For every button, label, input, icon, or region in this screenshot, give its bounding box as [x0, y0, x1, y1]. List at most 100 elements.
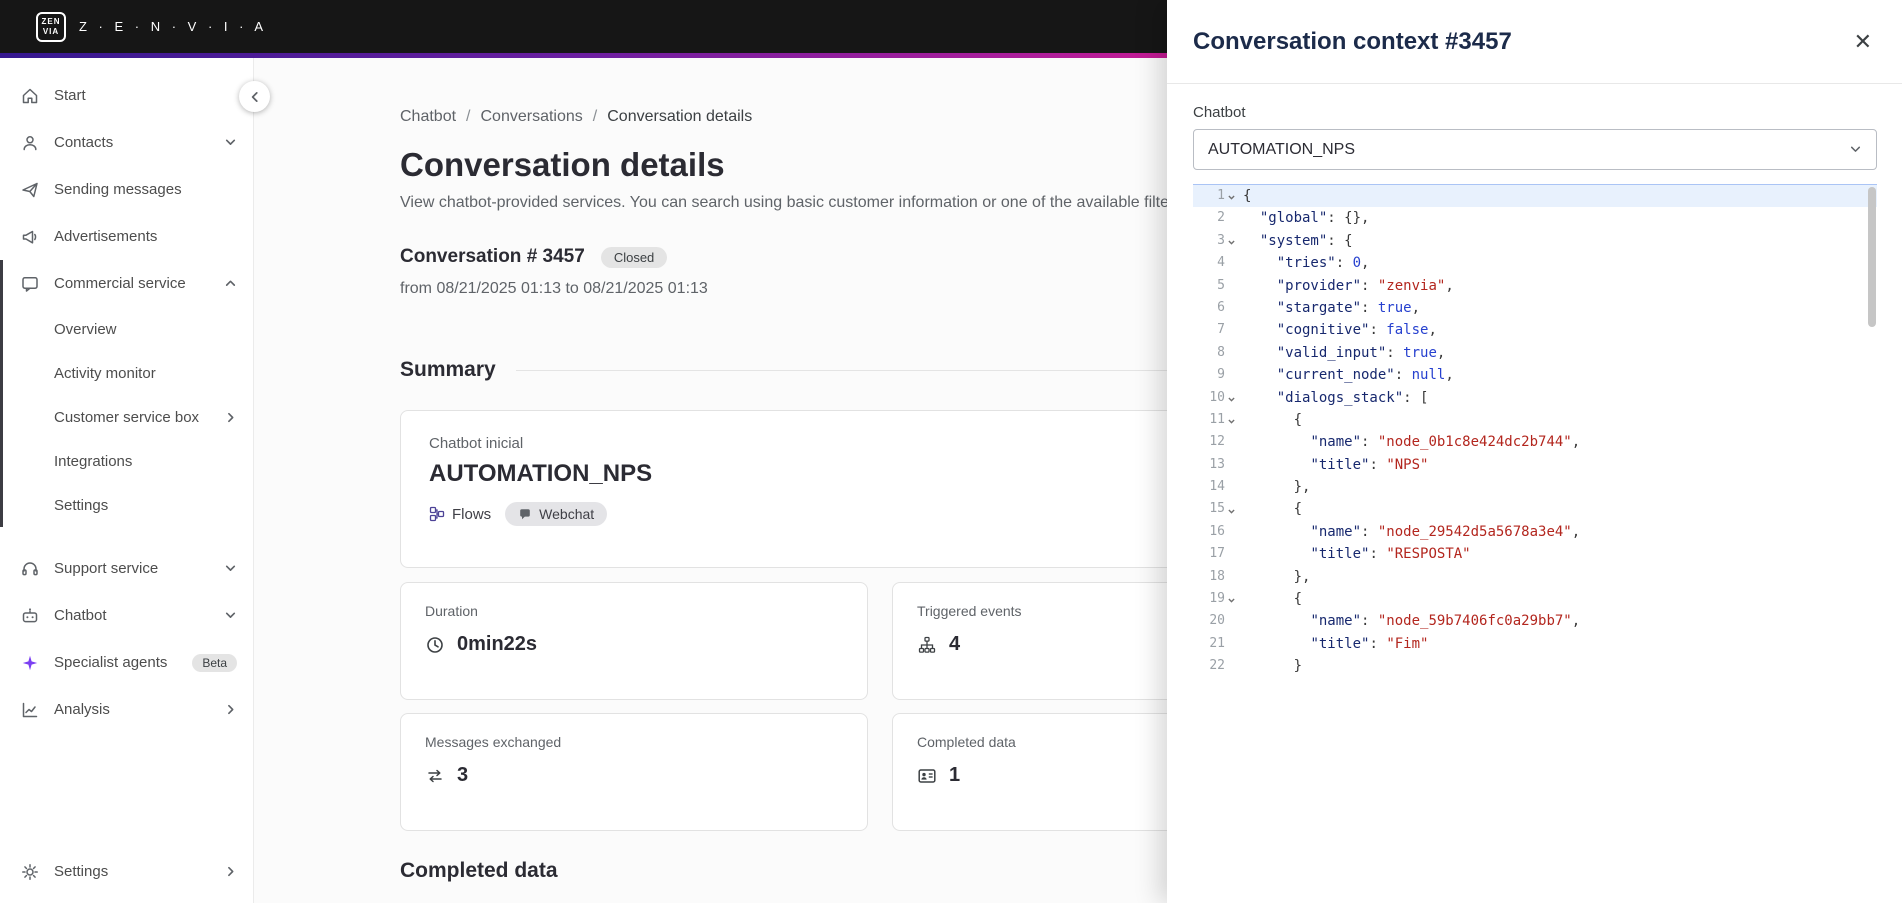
- sidebar-item-label: Contacts: [54, 134, 114, 151]
- stat-value: 0min22s: [425, 633, 843, 656]
- sidebar-item-contacts[interactable]: Contacts: [0, 119, 253, 166]
- stat-number: 0min22s: [457, 633, 538, 655]
- sidebar-subitem-integrations[interactable]: Integrations: [3, 439, 253, 483]
- sidebar-item-chatbot[interactable]: Chatbot: [0, 592, 253, 639]
- line-number-text: 7: [1217, 322, 1225, 338]
- line-number-text: 2: [1217, 210, 1225, 226]
- line-number-text: 12: [1209, 434, 1225, 450]
- line-number-text: 3: [1217, 232, 1225, 248]
- breadcrumb-link-chatbot[interactable]: Chatbot: [400, 108, 456, 125]
- code-text: }: [1293, 658, 1303, 675]
- contact-card-icon: [917, 766, 937, 786]
- code-text: },: [1293, 479, 1311, 496]
- sidebar-subitem-customer-service-box[interactable]: Customer service box: [3, 395, 253, 439]
- home-icon: [20, 86, 40, 106]
- chevron-down-icon: [1849, 143, 1862, 156]
- sidebar-item-analysis[interactable]: Analysis: [0, 686, 253, 733]
- commercial-icon: [20, 274, 40, 294]
- sidebar-item-advertisements[interactable]: Advertisements: [0, 213, 253, 260]
- line-number: 20: [1193, 610, 1237, 632]
- line-number-text: 16: [1209, 523, 1225, 539]
- code-line: 16 "name": "node_29542d5a5678a3e4",: [1193, 521, 1877, 543]
- sidebar-subitem-settings[interactable]: Settings: [3, 483, 253, 527]
- summary-heading: Summary: [400, 358, 496, 381]
- line-number-text: 5: [1217, 277, 1225, 293]
- sidebar-item-specialist-agents[interactable]: Specialist agents Beta: [0, 639, 253, 686]
- code-line: 12 "name": "node_0b1c8e424dc2b744",: [1193, 431, 1877, 453]
- collapse-sidebar-button[interactable]: [239, 81, 270, 112]
- close-icon[interactable]: ✕: [1854, 30, 1872, 53]
- analysis-icon: [20, 700, 40, 720]
- line-number-text: 4: [1217, 255, 1225, 271]
- sidebar-item-commercial-service[interactable]: Commercial service: [3, 260, 253, 307]
- sidebar-subitem-label: Integrations: [54, 452, 133, 470]
- fold-chevron-icon[interactable]: [1225, 395, 1237, 404]
- fold-chevron-icon[interactable]: [1225, 193, 1237, 202]
- fold-chevron-icon[interactable]: [1225, 238, 1237, 247]
- code-line: 21 "title": "Fim": [1193, 633, 1877, 655]
- editor-scrollbar[interactable]: [1868, 187, 1876, 327]
- flow-icon: [429, 506, 445, 522]
- chevron-down-icon: [224, 136, 237, 149]
- chatbot-select[interactable]: AUTOMATION_NPS: [1193, 129, 1877, 170]
- code-text: "system": {: [1259, 232, 1353, 249]
- line-number-text: 20: [1209, 613, 1225, 629]
- code-text: {: [1293, 501, 1303, 518]
- code-line: 14 },: [1193, 476, 1877, 498]
- code-editor[interactable]: 1{2 "global": {}, 3 "system": {4 "tries":…: [1193, 184, 1877, 678]
- chevron-up-icon: [224, 277, 237, 290]
- code-line: 6 "stargate": true,: [1193, 297, 1877, 319]
- fold-chevron-icon[interactable]: [1225, 596, 1237, 605]
- line-number-text: 10: [1209, 389, 1225, 405]
- sidebar-nav: Start Contacts Sending messages Advertiseme…: [0, 72, 253, 733]
- code-line: 13 "title": "NPS": [1193, 454, 1877, 476]
- line-number: 14: [1193, 476, 1237, 498]
- code-line: 10 "dialogs_stack": [: [1193, 387, 1877, 409]
- sidebar-item-label: Analysis: [54, 701, 110, 718]
- clock-icon: [425, 635, 445, 655]
- code-text: "title": "RESPOSTA": [1310, 546, 1471, 563]
- sidebar-subitem-overview[interactable]: Overview: [3, 307, 253, 351]
- code-line: 4 "tries": 0,: [1193, 252, 1877, 274]
- chevron-right-icon: [224, 865, 237, 878]
- line-number-text: 1: [1217, 188, 1225, 203]
- line-number: 10: [1193, 387, 1237, 409]
- code-line: 5 "provider": "zenvia",: [1193, 275, 1877, 297]
- breadcrumb-link-conversations[interactable]: Conversations: [481, 108, 583, 125]
- sidebar-item-label: Settings: [54, 863, 109, 880]
- line-number: 12: [1193, 431, 1237, 453]
- chevron-down-icon: [224, 609, 237, 622]
- stat-number: 1: [949, 764, 961, 786]
- support-icon: [20, 559, 40, 579]
- code-text: {: [1293, 411, 1303, 428]
- line-number-text: 9: [1217, 367, 1225, 383]
- code-text: "provider": "zenvia",: [1276, 277, 1454, 294]
- fold-chevron-icon[interactable]: [1225, 507, 1237, 516]
- sidebar-subitem-label: Overview: [54, 320, 117, 338]
- fold-chevron-icon[interactable]: [1225, 417, 1237, 426]
- line-number-text: 19: [1209, 591, 1225, 607]
- code-text: "title": "NPS": [1310, 456, 1429, 473]
- line-number-text: 8: [1217, 344, 1225, 360]
- line-number: 7: [1193, 319, 1237, 341]
- line-number: 13: [1193, 454, 1237, 476]
- sidebar-item-settings[interactable]: Settings: [0, 848, 253, 895]
- sidebar-subitem-activity-monitor[interactable]: Activity monitor: [3, 351, 253, 395]
- sidebar-item-sending-messages[interactable]: Sending messages: [0, 166, 253, 213]
- line-number: 6: [1193, 297, 1237, 319]
- sidebar-item-start[interactable]: Start: [0, 72, 253, 119]
- megaphone-icon: [20, 227, 40, 247]
- stat-number: 3: [457, 764, 469, 786]
- line-number-text: 22: [1209, 658, 1225, 674]
- code-line: 20 "name": "node_59b7406fc0a29bb7",: [1193, 610, 1877, 632]
- code-text: "valid_input": true,: [1276, 344, 1446, 361]
- chevron-down-icon: [224, 562, 237, 575]
- code-text: "tries": 0,: [1276, 255, 1370, 272]
- line-number-text: 21: [1209, 635, 1225, 651]
- brand-name: Z · E · N · V · I · A: [79, 19, 267, 34]
- chatbot-select-value: AUTOMATION_NPS: [1208, 140, 1355, 158]
- sidebar-item-support-service[interactable]: Support service: [0, 545, 253, 592]
- code-text: "name": "node_59b7406fc0a29bb7",: [1310, 613, 1581, 630]
- chevron-left-icon: [248, 90, 262, 104]
- sidebar-item-label: Commercial service: [54, 275, 186, 292]
